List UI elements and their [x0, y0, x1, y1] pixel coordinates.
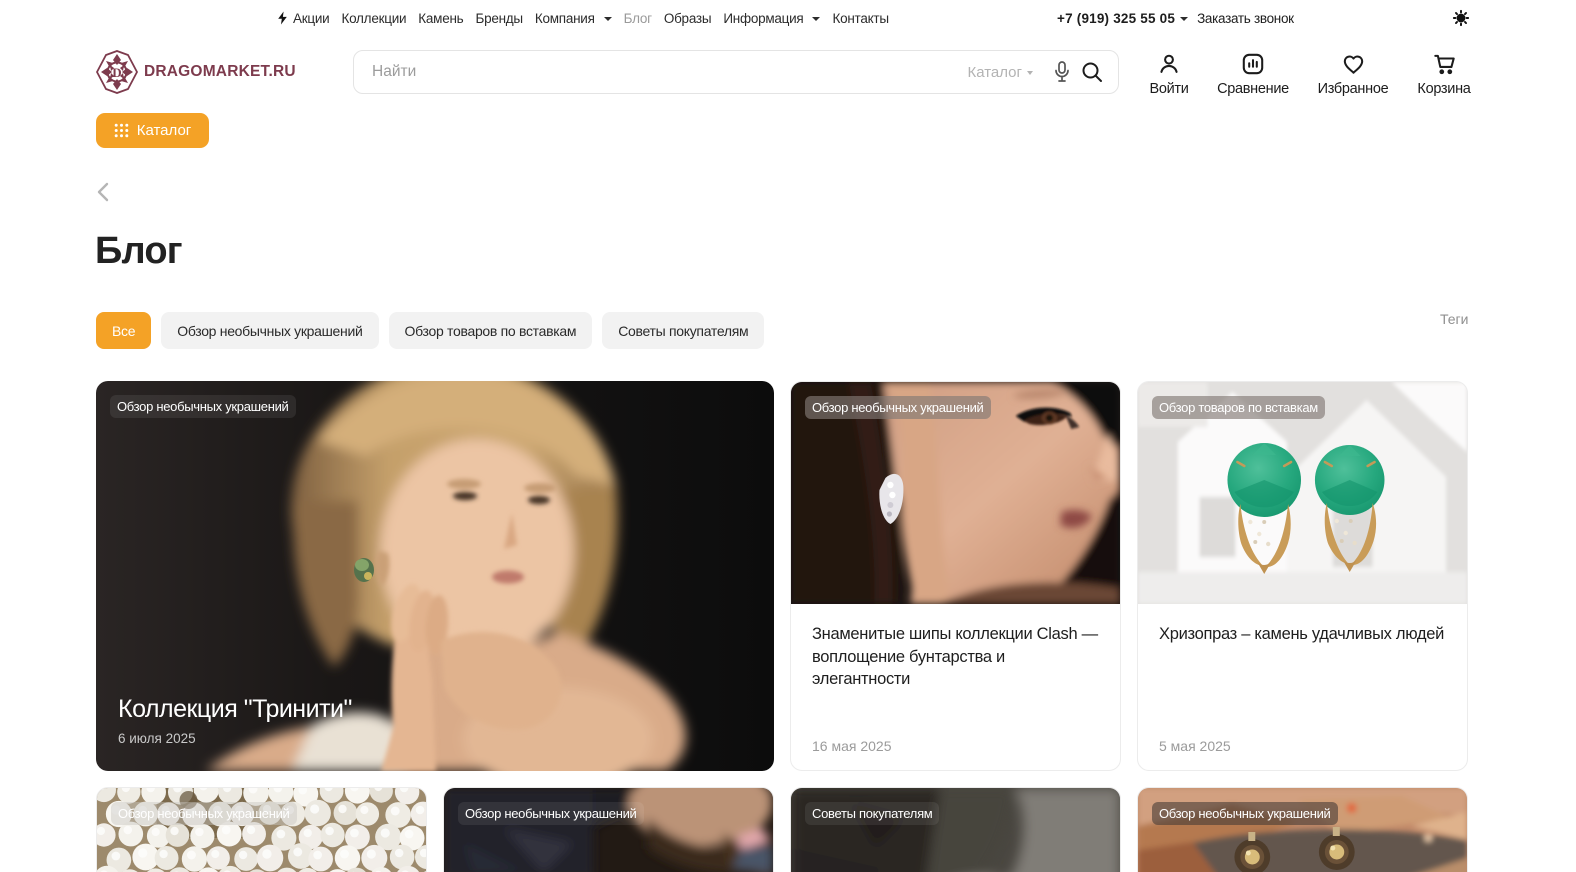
svg-text:D: D [112, 65, 121, 80]
